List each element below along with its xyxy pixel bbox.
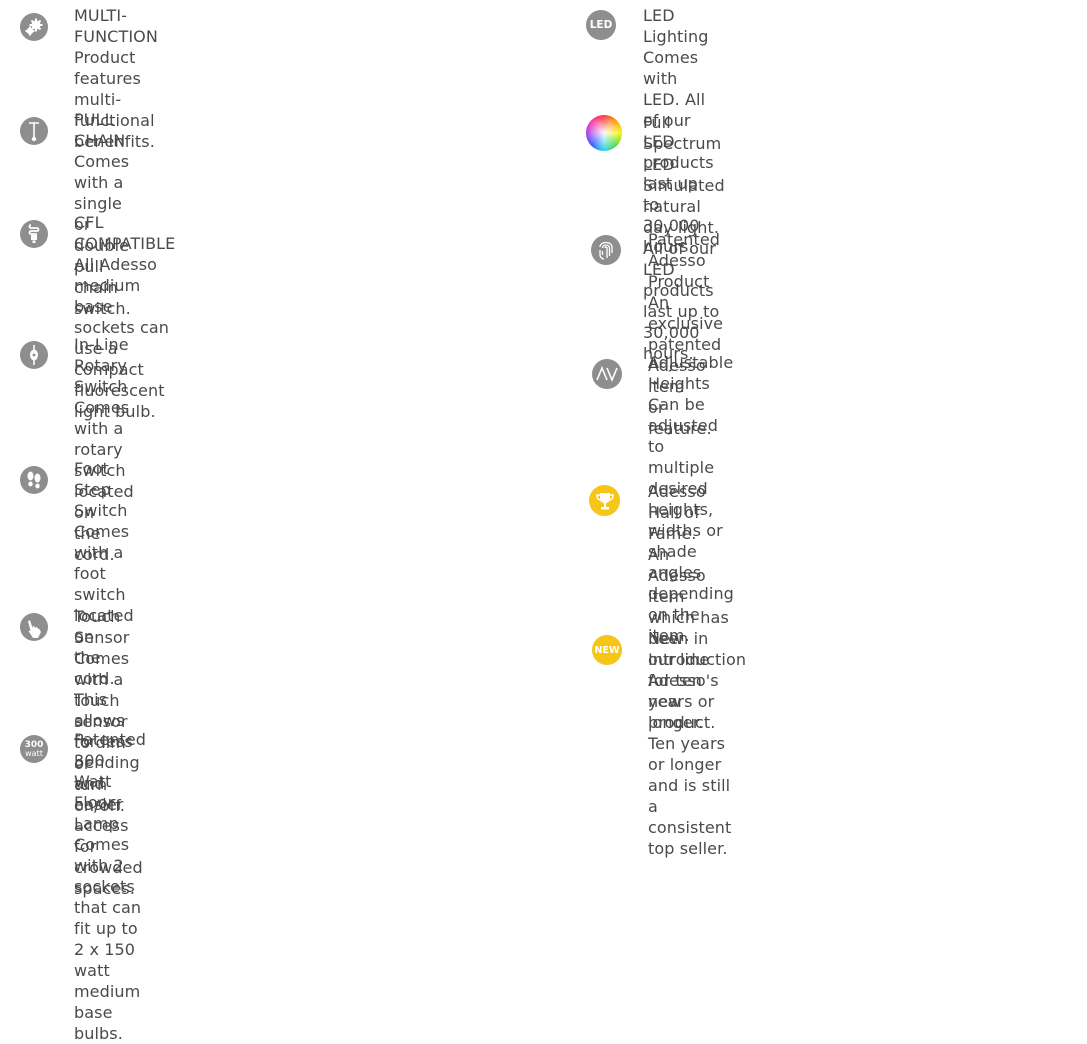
pull-chain-icon	[20, 117, 48, 145]
feature-title: Foot Step Switch	[74, 459, 128, 520]
feature-title: CFL COMPATIBLE	[74, 213, 176, 253]
300-watt-icon: 300 watt	[20, 735, 48, 763]
feature-title: In-Line Rotary Switch	[74, 335, 129, 396]
cfl-bulb-icon	[20, 220, 48, 248]
feature-title: Patented 300 Watt Floor Lamp	[74, 730, 147, 833]
fingerprint-icon	[591, 235, 621, 265]
feature-title: New Introduction	[648, 629, 747, 669]
feature-title: Adjustable Heights	[648, 353, 734, 393]
feature-title: Patented Adesso Product	[648, 230, 721, 291]
feature-title: Touch Sensor	[74, 607, 130, 647]
feature-description: Comes with 2 sockets that can fit up to …	[74, 835, 142, 1043]
feature-title: MULTI-FUNCTION	[74, 6, 158, 46]
gears-icon	[20, 13, 48, 41]
feature-title: PULL CHAIN	[74, 110, 126, 150]
feature-title: Full Spectrum LED	[643, 113, 722, 174]
trophy-icon	[589, 485, 620, 516]
touch-hand-icon	[20, 613, 48, 641]
adjustable-heights-icon	[592, 359, 622, 389]
new-badge-icon: NEW	[592, 635, 622, 665]
color-wheel-icon	[586, 115, 622, 151]
feature-description: Adesso's new product.	[648, 671, 719, 732]
feature-title: LED Lighting	[643, 6, 709, 46]
footprints-icon	[20, 466, 48, 494]
feature-title: Adesso Hall of Fame.	[648, 482, 706, 543]
led-icon: LED	[586, 10, 616, 40]
rotary-switch-icon	[20, 341, 48, 369]
